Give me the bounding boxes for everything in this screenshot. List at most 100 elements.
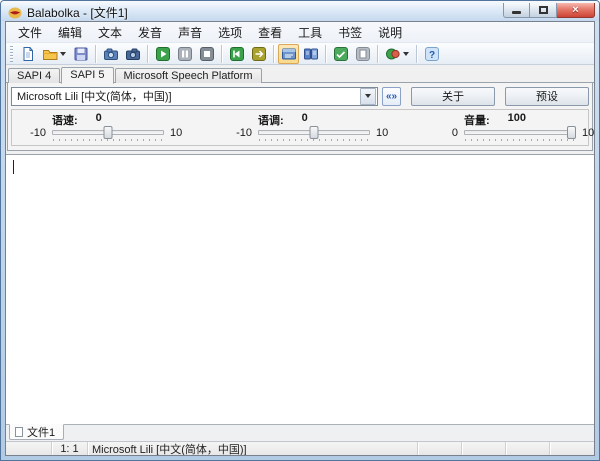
voice-sliders-box: 语速: 0 -10 10 语调: [11,109,589,146]
pitch-label: 语调: [258,112,284,125]
minimize-icon [512,11,521,14]
clipboard-watch-button[interactable] [352,44,373,64]
play-button[interactable] [152,44,173,64]
voice-test-button[interactable]: «» [382,87,401,106]
spell-check-button[interactable] [330,44,351,64]
voice-panel: Microsoft Lili [中文(简体，中国)] «» 关于 预设 语速: … [7,83,593,151]
menu-view[interactable]: 查看 [250,22,290,43]
menu-file[interactable]: 文件 [10,22,50,43]
voice-dropdown-icon [403,52,409,56]
convert-audio-button[interactable] [122,44,143,64]
toolbar-separator [95,45,96,63]
pitch-min: -10 [228,127,252,139]
pitch-max: 10 [376,127,400,139]
convert-audio-icon [125,46,141,62]
about-voice-button[interactable]: 关于 [411,87,495,106]
pause-icon [177,46,193,62]
text-caret [13,160,14,174]
status-cell-voice: Microsoft Lili [中文(简体，中国)] [88,442,418,455]
stop-icon [199,46,215,62]
volume-label: 音量: [464,112,490,125]
status-bar: 1: 1 Microsoft Lili [中文(简体，中国)] [6,441,594,455]
toolbar-grip[interactable] [10,46,13,62]
rate-slider-thumb[interactable] [104,126,113,139]
slider-ticks [465,139,575,141]
save-audio-button[interactable] [100,44,121,64]
pause-button[interactable] [174,44,195,64]
pitch-slider-group: 语调: 0 -10 10 [228,112,400,141]
text-editor[interactable] [6,154,594,424]
toolbar-separator [416,45,417,63]
new-document-button[interactable] [17,44,38,64]
voice-test-icon: «» [386,91,397,102]
voice-combobox[interactable]: Microsoft Lili [中文(简体，中国)] [11,87,378,106]
status-cell-empty [462,442,506,455]
new-document-icon [20,46,36,62]
pitch-slider[interactable] [258,125,370,141]
close-button[interactable]: × [557,3,595,18]
toolbar-separator [147,45,148,63]
tab-sapi5[interactable]: SAPI 5 [61,67,113,84]
document-icon [15,427,23,437]
maximize-icon [539,6,548,14]
status-cell-empty [6,442,52,455]
text-panel-icon [281,46,297,62]
menu-voice[interactable]: 声音 [170,22,210,43]
slider-ticks [53,139,163,141]
balabolka-window: Balabolka - [文件1] × 文件 编辑 文本 发音 声音 选项 查看… [0,0,600,461]
merge-audio-button[interactable] [248,44,269,64]
slider-groove [464,130,576,135]
help-button[interactable]: ? [421,44,442,64]
engine-tabstrip: SAPI 4 SAPI 5 Microsoft Speech Platform [6,65,594,83]
menu-tools[interactable]: 工具 [290,22,330,43]
rate-slider[interactable] [52,125,164,141]
document-tab[interactable]: 文件1 [9,424,64,440]
save-file-button[interactable] [70,44,91,64]
pitch-value: 0 [302,112,308,125]
stop-button[interactable] [196,44,217,64]
voice-list-button[interactable] [382,44,412,64]
toolbar: ? [6,42,594,65]
maximize-button[interactable] [530,3,557,18]
rate-label: 语速: [52,112,78,125]
close-icon: × [572,4,578,16]
document-tabbar: 文件1 [6,424,594,441]
menu-help[interactable]: 说明 [370,22,410,43]
open-file-button[interactable] [39,44,69,64]
volume-slider[interactable] [464,125,576,141]
voice-combobox-arrow[interactable] [360,88,376,105]
menu-edit[interactable]: 编辑 [50,22,90,43]
toolbar-separator [221,45,222,63]
menu-pronounce[interactable]: 发音 [130,22,170,43]
tab-speech-platform[interactable]: Microsoft Speech Platform [115,68,262,83]
status-cell-empty [550,442,594,455]
menu-options[interactable]: 选项 [210,22,250,43]
skip-to-start-button[interactable] [226,44,247,64]
window-title: Balabolka - [文件1] [27,4,128,21]
menu-bookmarks[interactable]: 书签 [330,22,370,43]
presets-button[interactable]: 预设 [505,87,589,106]
menu-text[interactable]: 文本 [90,22,130,43]
volume-slider-thumb[interactable] [567,126,576,139]
minimize-button[interactable] [503,3,530,18]
app-icon [8,6,22,19]
spell-check-icon [333,46,349,62]
volume-max: 100 [582,127,595,139]
toggle-text-panel-button[interactable] [278,44,299,64]
voice-list-icon [385,46,401,62]
play-icon [155,46,171,62]
merge-audio-icon [251,46,267,62]
rate-min: -10 [22,127,46,139]
status-cell-empty [418,442,462,455]
rate-value: 0 [96,112,102,125]
chevron-down-icon [365,94,371,98]
tab-sapi4[interactable]: SAPI 4 [8,68,60,83]
dictionary-button[interactable] [300,44,321,64]
toolbar-separator [377,45,378,63]
open-folder-icon [42,46,58,62]
pitch-slider-thumb[interactable] [310,126,319,139]
document-tab-label: 文件1 [27,424,55,440]
rate-slider-group: 语速: 0 -10 10 [22,112,194,141]
clipboard-icon [355,46,371,62]
skip-to-start-icon [229,46,245,62]
